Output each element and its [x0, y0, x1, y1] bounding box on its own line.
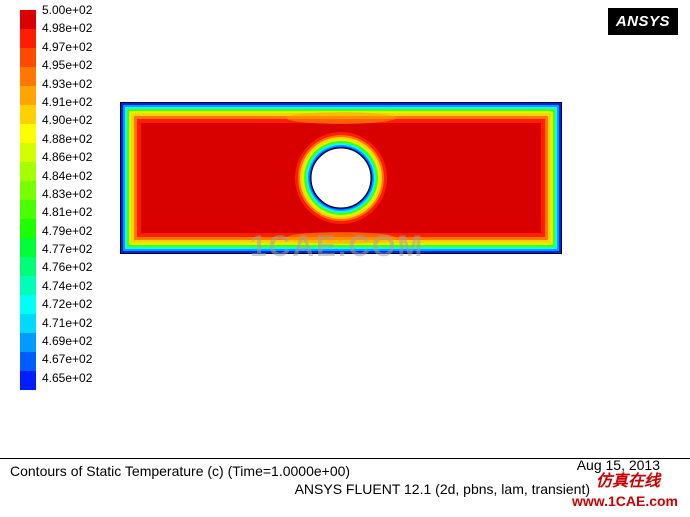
legend-tick: 4.86e+02 [42, 151, 92, 163]
legend-tick: 4.74e+02 [42, 280, 92, 292]
colorbar-segment [20, 181, 36, 200]
colorbar-segment [20, 314, 36, 333]
legend-tick: 4.79e+02 [42, 225, 92, 237]
legend-tick: 4.69e+02 [42, 335, 92, 347]
legend-tick: 4.76e+02 [42, 261, 92, 273]
legend-tick: 4.67e+02 [42, 353, 92, 365]
colorbar-segment [20, 276, 36, 295]
brand-logo: ANSYS [608, 8, 678, 35]
colorbar-segment [20, 371, 36, 390]
colorbar [20, 10, 36, 390]
legend-tick: 4.91e+02 [42, 96, 92, 108]
colorbar-segment [20, 124, 36, 143]
colorbar-segment [20, 200, 36, 219]
footer-divider [0, 458, 690, 459]
colorbar-segment [20, 105, 36, 124]
legend-tick: 4.90e+02 [42, 114, 92, 126]
legend-tick: 4.84e+02 [42, 170, 92, 182]
colorbar-segment [20, 10, 36, 29]
legend-tick: 5.00e+02 [42, 4, 92, 16]
legend-tick: 4.71e+02 [42, 317, 92, 329]
colorbar-segment [20, 352, 36, 371]
color-legend: 5.00e+024.98e+024.97e+024.95e+024.93e+02… [20, 10, 92, 390]
colorbar-segment [20, 29, 36, 48]
legend-tick: 4.98e+02 [42, 22, 92, 34]
contour-svg [121, 103, 561, 253]
colorbar-segment [20, 143, 36, 162]
url-watermark: www.1CAE.com [572, 493, 678, 509]
colorbar-segment [20, 219, 36, 238]
contour-plot [120, 102, 562, 254]
legend-tick: 4.93e+02 [42, 78, 92, 90]
colorbar-segment [20, 48, 36, 67]
legend-tick: 4.97e+02 [42, 41, 92, 53]
legend-tick: 4.81e+02 [42, 206, 92, 218]
colorbar-segment [20, 67, 36, 86]
legend-tick: 4.95e+02 [42, 59, 92, 71]
legend-tick: 4.88e+02 [42, 133, 92, 145]
legend-tick: 4.77e+02 [42, 243, 92, 255]
colorbar-segment [20, 257, 36, 276]
legend-tick: 4.72e+02 [42, 298, 92, 310]
colorbar-segment [20, 162, 36, 181]
legend-tick: 4.83e+02 [42, 188, 92, 200]
colorbar-segment [20, 295, 36, 314]
legend-tick: 4.65e+02 [42, 372, 92, 384]
colorbar-segment [20, 86, 36, 105]
footer-caption: Contours of Static Temperature (c) (Time… [10, 458, 680, 497]
colorbar-segment [20, 333, 36, 352]
colorbar-segment [20, 238, 36, 257]
plot-title: Contours of Static Temperature (c) (Time… [10, 463, 680, 479]
legend-tick-list: 5.00e+02 4.98e+02 4.97e+02 4.95e+02 4.93e+02… [42, 4, 92, 384]
